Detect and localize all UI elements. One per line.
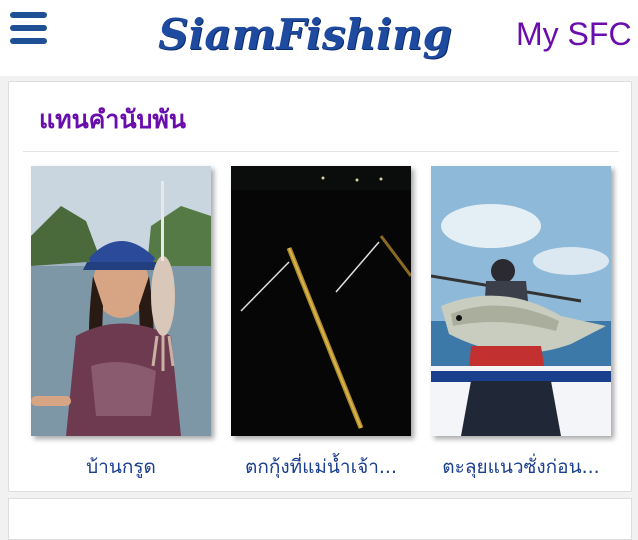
- post-thumbnail-2[interactable]: [231, 166, 411, 436]
- site-logo[interactable]: SiamFishing: [158, 2, 452, 66]
- woman-holding-squid-photo: [31, 166, 211, 436]
- post-caption-1[interactable]: บ้านกรูด: [21, 452, 221, 482]
- post-caption-2[interactable]: ตกกุ้งที่แม่น้ำเจ้า...: [221, 452, 421, 482]
- my-sfc-link[interactable]: My SFC: [516, 16, 632, 53]
- angler-holding-trevally-photo: [431, 166, 611, 436]
- hamburger-menu-icon[interactable]: [10, 11, 48, 45]
- night-fishing-rods-photo: [231, 166, 411, 436]
- post-caption-3[interactable]: ตะลุยแนวซั่งก่อน...: [421, 452, 621, 482]
- divider: [23, 151, 619, 152]
- post-thumbnail-1[interactable]: [31, 166, 211, 436]
- gallery-card: แทนคำนับพัน บ้านกรูด ตกกุ้งที่แม่น้ำเจ้า…: [8, 81, 632, 492]
- section-title: แทนคำนับพัน: [39, 105, 186, 134]
- next-card: [8, 498, 632, 540]
- post-thumbnail-3[interactable]: [431, 166, 611, 436]
- top-bar: SiamFishing My SFC: [0, 0, 638, 76]
